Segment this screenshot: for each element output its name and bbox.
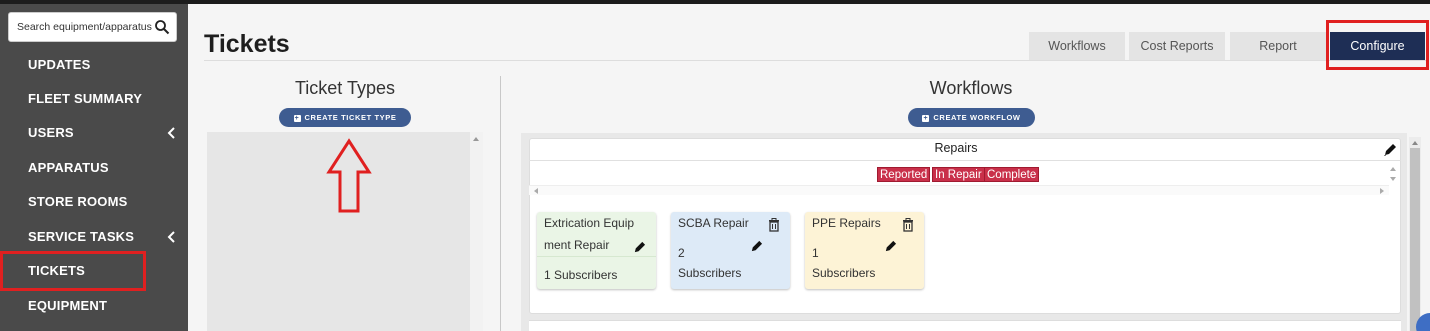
ticket-divider xyxy=(537,256,656,257)
sidebar-item-updates[interactable]: UPDATES xyxy=(0,50,188,80)
next-workflow-card xyxy=(529,320,1401,331)
status-horizontal-scrollbar[interactable] xyxy=(529,185,1389,195)
sidebar-item-label: FLEET SUMMARY xyxy=(28,91,143,106)
sidebar-item-label: EQUIPMENT xyxy=(28,298,108,313)
workflows-title: Workflows xyxy=(929,78,1013,98)
ticket-subscribers: Subscribers xyxy=(678,266,742,280)
status-scroll-icon[interactable] xyxy=(1389,166,1397,182)
sidebar-item-label: UPDATES xyxy=(28,57,91,72)
scroll-up-icon[interactable] xyxy=(472,136,480,142)
status-chip-complete[interactable]: Complete xyxy=(984,167,1040,182)
configure-highlight-box xyxy=(1326,20,1429,70)
ticket-subscriber-count: 2 xyxy=(678,246,685,260)
sidebar-item-label: APPARATUS xyxy=(28,160,109,175)
create-ticket-type-button[interactable]: + CREATE TICKET TYPE xyxy=(279,108,411,127)
create-workflow-button[interactable]: + CREATE WORKFLOW xyxy=(908,108,1035,127)
header-divider xyxy=(204,60,1426,61)
status-chip-in-repair[interactable]: In Repair xyxy=(932,167,985,182)
sidebar-item-equipment[interactable]: EQUIPMENT xyxy=(0,291,188,321)
ticket-card[interactable]: SCBA Repair 2 Subscribers xyxy=(671,212,790,289)
sidebar-item-apparatus[interactable]: APPARATUS xyxy=(0,153,188,183)
create-workflow-label: CREATE WORKFLOW xyxy=(933,113,1021,122)
sidebar-item-users[interactable]: USERS xyxy=(0,118,188,148)
scroll-left-icon[interactable] xyxy=(533,187,539,195)
ticket-name-line2: ment Repair xyxy=(544,238,610,252)
sidebar-item-label: SERVICE TASKS xyxy=(28,229,135,244)
create-ticket-type-label: CREATE TICKET TYPE xyxy=(304,113,397,122)
tab-cost-reports[interactable]: Cost Reports xyxy=(1129,32,1225,60)
search-icon[interactable] xyxy=(154,19,170,35)
workflow-divider xyxy=(529,160,1401,161)
page-title: Tickets xyxy=(204,30,290,58)
top-bar xyxy=(0,0,1430,4)
plus-icon: + xyxy=(922,114,930,122)
edit-pencil-icon[interactable] xyxy=(884,240,897,253)
up-arrow-annotation-icon xyxy=(326,138,372,213)
sidebar-item-store-rooms[interactable]: STORE ROOMS xyxy=(0,187,188,217)
sidebar-item-label: STORE ROOMS xyxy=(28,194,128,209)
edit-pencil-icon[interactable] xyxy=(1383,143,1397,157)
edit-pencil-icon[interactable] xyxy=(750,240,763,253)
panel-divider xyxy=(500,76,501,331)
workflows-scroll-thumb[interactable] xyxy=(1410,148,1420,331)
ticket-subscribers: 1 Subscribers xyxy=(544,268,618,282)
sidebar-item-label: USERS xyxy=(28,125,74,140)
ticket-types-title: Ticket Types xyxy=(294,78,396,98)
scroll-up-icon[interactable] xyxy=(1411,140,1419,146)
tab-report[interactable]: Report xyxy=(1230,32,1326,60)
chevron-left-icon xyxy=(167,127,175,139)
search-input[interactable] xyxy=(9,13,154,41)
ticket-name-line1: Extrication Equip xyxy=(544,216,635,230)
trash-icon[interactable] xyxy=(768,218,780,232)
ticket-card[interactable]: Extrication Equip ment Repair 1 Subscrib… xyxy=(537,212,656,289)
trash-icon[interactable] xyxy=(902,218,914,232)
ticket-subscribers: Subscribers xyxy=(812,266,876,280)
ticket-types-scrollbar[interactable] xyxy=(470,132,483,331)
status-chip-reported[interactable]: Reported xyxy=(877,167,931,182)
sidebar: UPDATES FLEET SUMMARY USERS APPARATUS ST… xyxy=(0,4,188,331)
sidebar-item-fleet-summary[interactable]: FLEET SUMMARY xyxy=(0,84,188,114)
workflow-name: Repairs xyxy=(934,141,978,155)
chevron-left-icon xyxy=(167,231,175,243)
workflow-card xyxy=(529,138,1401,314)
ticket-name-line1: PPE Repairs xyxy=(812,216,881,230)
edit-pencil-icon[interactable] xyxy=(633,241,646,254)
search-box xyxy=(8,12,177,42)
ticket-card[interactable]: PPE Repairs 1 Subscribers xyxy=(805,212,924,289)
tickets-highlight-box xyxy=(0,251,146,291)
ticket-name-line1: SCBA Repair xyxy=(678,216,749,230)
scroll-right-icon[interactable] xyxy=(1379,187,1385,195)
ticket-subscriber-count: 1 xyxy=(812,246,819,260)
sidebar-item-service-tasks[interactable]: SERVICE TASKS xyxy=(0,222,188,252)
tab-workflows[interactable]: Workflows xyxy=(1029,32,1125,60)
plus-icon: + xyxy=(293,114,301,122)
